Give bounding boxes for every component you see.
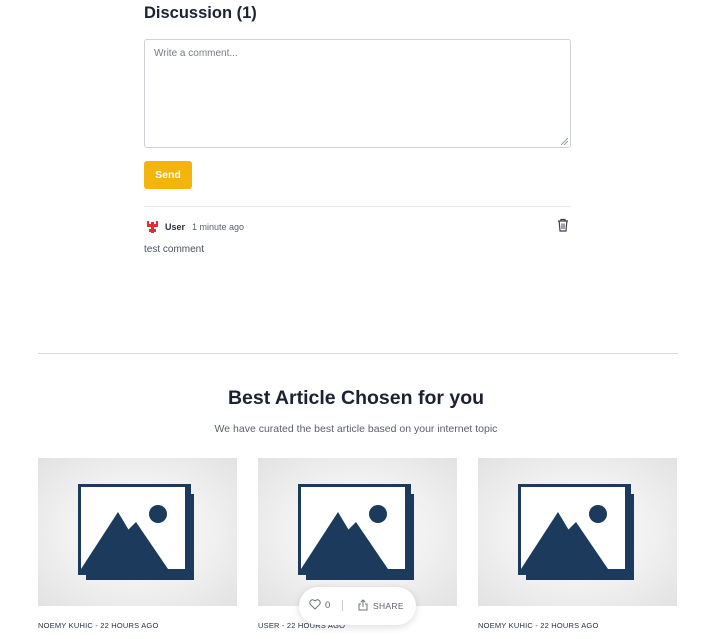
- article-thumbnail[interactable]: [38, 458, 237, 606]
- comment-item: User 1 minute ago test comment: [144, 218, 571, 262]
- image-placeholder-icon: [298, 484, 414, 580]
- article-card[interactable]: NOEMY KUHIC - 22 HOURS AGO: [38, 458, 237, 639]
- comment-author[interactable]: User: [165, 222, 185, 232]
- share-icon[interactable]: [358, 599, 368, 611]
- send-button[interactable]: Send: [144, 161, 192, 189]
- article-card[interactable]: NOEMY KUHIC - 22 HOURS AGO: [478, 458, 677, 639]
- avatar-icon: [147, 221, 158, 233]
- comment-placeholder: Write a comment...: [154, 48, 238, 59]
- article-thumbnail[interactable]: [258, 458, 457, 606]
- divider: [144, 206, 571, 207]
- article-thumbnail[interactable]: [478, 458, 677, 606]
- best-articles-title: Best Article Chosen for you: [227, 387, 485, 409]
- like-count: 0: [325, 600, 331, 611]
- comment-timestamp: 1 minute ago: [192, 222, 245, 232]
- comment-textarea[interactable]: Write a comment...: [144, 39, 571, 148]
- article-actions: 0 SHARE: [299, 587, 416, 625]
- divider: [342, 600, 343, 611]
- article-meta: NOEMY KUHIC - 22 HOURS AGO: [38, 621, 159, 630]
- article-meta: NOEMY KUHIC - 22 HOURS AGO: [478, 621, 599, 630]
- share-button[interactable]: SHARE: [373, 601, 404, 611]
- trash-icon[interactable]: [557, 218, 569, 232]
- discussion-title: Discussion (1): [144, 4, 257, 22]
- heart-icon[interactable]: [309, 599, 321, 610]
- image-placeholder-icon: [518, 484, 634, 580]
- section-divider: [38, 353, 678, 354]
- comment-text: test comment: [144, 244, 205, 255]
- image-placeholder-icon: [78, 484, 194, 580]
- best-articles-subtitle: We have curated the best article based o…: [214, 423, 498, 435]
- resize-grip-icon[interactable]: [561, 138, 568, 145]
